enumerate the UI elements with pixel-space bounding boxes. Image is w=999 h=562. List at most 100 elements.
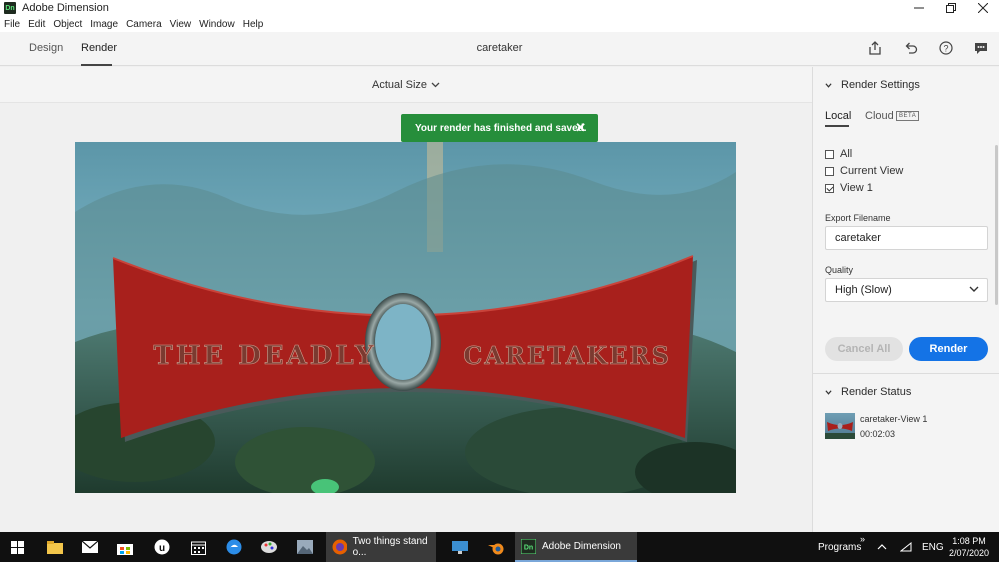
export-filename-label: Export Filename (825, 213, 891, 223)
app-header: Design Render caretaker ? (0, 32, 999, 66)
export-filename-input[interactable]: caretaker (825, 226, 988, 250)
programs-label: Programs (818, 541, 862, 553)
unreal-engine-icon[interactable]: u (145, 532, 179, 562)
view-option-label: View 1 (840, 182, 873, 194)
render-complete-toast: Your render has finished and saved. ✕ (401, 114, 598, 142)
render-settings-header[interactable]: Render Settings (825, 79, 920, 91)
chevron-down-icon (825, 82, 832, 88)
chevron-down-icon (431, 82, 440, 87)
clock-date: 2/07/2020 (948, 548, 989, 558)
quality-select[interactable]: High (Slow) (825, 278, 988, 302)
window-title: Adobe Dimension (22, 2, 109, 14)
chevron-down-icon (969, 286, 979, 292)
checkbox-all[interactable] (825, 149, 834, 159)
zoom-label: Actual Size (371, 78, 428, 91)
title-bar: Dn Adobe Dimension (0, 0, 999, 16)
wifi-icon[interactable] (900, 532, 912, 562)
view-option-label: All (840, 148, 853, 160)
system-clock[interactable]: 1:08 PM 2/07/2020 (949, 535, 989, 559)
close-toast-icon[interactable]: ✕ (575, 120, 586, 136)
svg-text:Dn: Dn (524, 544, 533, 551)
toolbar-expand-icon[interactable]: » (860, 524, 865, 554)
close-icon (978, 3, 988, 13)
close-button[interactable] (967, 0, 999, 16)
render-thumbnail[interactable] (825, 413, 855, 439)
firefox-icon (332, 539, 347, 555)
svg-text:?: ? (943, 44, 948, 54)
menu-file[interactable]: File (4, 19, 20, 30)
tab-local[interactable]: Local (825, 110, 851, 122)
taskbar-dimension-window[interactable]: Dn Adobe Dimension (515, 532, 637, 562)
paint-icon[interactable] (252, 532, 286, 562)
render-preview-image: THE DEADLY CARETAKERS (75, 142, 736, 493)
dimension-window-title: Adobe Dimension (542, 540, 621, 552)
view-option-all[interactable]: All (825, 148, 852, 160)
minimize-icon (914, 7, 924, 9)
active-tab-indicator (81, 64, 112, 66)
chevron-down-icon (825, 389, 832, 395)
banner-left-text: THE DEADLY (153, 341, 376, 371)
menu-image[interactable]: Image (90, 19, 118, 30)
checkbox-current-view[interactable] (825, 166, 834, 176)
svg-text:u: u (159, 543, 165, 554)
clock-time: 1:08 PM (952, 536, 986, 546)
start-button[interactable] (0, 532, 34, 562)
quality-value: High (Slow) (835, 284, 892, 296)
help-icon[interactable]: ? (938, 40, 954, 56)
undo-icon[interactable] (903, 40, 919, 56)
menu-window[interactable]: Window (199, 19, 235, 30)
firefox-window-title: Two things stand o... (352, 536, 428, 558)
banner-right-text: CARETAKERS (463, 341, 671, 370)
render-item-name: caretaker-View 1 (860, 414, 928, 424)
panel-scrollbar[interactable] (995, 145, 998, 305)
window-controls (903, 0, 999, 16)
render-settings-title: Render Settings (841, 79, 920, 91)
document-title: caretaker (476, 42, 523, 54)
language-label: ENG (922, 541, 944, 553)
quality-label: Quality (825, 265, 854, 275)
minimize-button[interactable] (903, 0, 935, 16)
render-button[interactable]: Render (909, 337, 988, 361)
checkbox-view-1[interactable] (825, 183, 834, 193)
menu-help[interactable]: Help (243, 19, 264, 30)
windows-taskbar: u Two things stand o... Dn Adobe Dimensi… (0, 532, 999, 562)
taskbar-firefox-window[interactable]: Two things stand o... (326, 532, 436, 562)
menu-bar: File Edit Object Image Camera View Windo… (0, 16, 999, 32)
menu-view[interactable]: View (170, 19, 192, 30)
share-icon[interactable] (867, 40, 883, 56)
render-canvas-area: Actual Size THE DEADLY CARETAKERS Your r… (0, 67, 812, 532)
menu-edit[interactable]: Edit (28, 19, 45, 30)
file-explorer-icon[interactable] (38, 532, 72, 562)
programs-toolbar[interactable]: Programs (818, 532, 861, 562)
menu-camera[interactable]: Camera (126, 19, 162, 30)
tab-cloud[interactable]: Cloud (865, 110, 894, 122)
language-indicator[interactable]: ENG (922, 532, 944, 562)
tray-chevron-up-icon[interactable] (877, 532, 887, 562)
beta-badge: BETA (896, 111, 920, 121)
view-option-view-1[interactable]: View 1 (825, 182, 873, 194)
mail-icon[interactable] (73, 532, 107, 562)
edge-icon[interactable] (217, 532, 251, 562)
restore-icon (946, 3, 956, 13)
render-status-title: Render Status (841, 386, 912, 398)
feedback-icon[interactable] (973, 40, 989, 56)
monitor-app-icon[interactable] (443, 532, 477, 562)
zoom-selector[interactable]: Actual Size (0, 67, 812, 103)
dimension-app-icon: Dn (521, 538, 536, 554)
menu-object[interactable]: Object (53, 19, 82, 30)
restore-button[interactable] (935, 0, 967, 16)
render-settings-panel: Render Settings Local Cloud BETA All Cur… (812, 67, 999, 532)
calendar-icon[interactable] (181, 532, 215, 562)
render-status-header[interactable]: Render Status (825, 386, 911, 398)
toast-message: Your render has finished and saved. (415, 122, 587, 134)
view-option-current-view[interactable]: Current View (825, 165, 903, 177)
blender-icon[interactable] (479, 532, 513, 562)
app-logo-icon: Dn (4, 2, 16, 14)
store-icon[interactable] (108, 532, 142, 562)
photos-icon[interactable] (288, 532, 322, 562)
cancel-all-button[interactable]: Cancel All (825, 337, 903, 361)
local-tab-indicator (825, 125, 849, 127)
windows-logo-icon (10, 540, 24, 554)
view-option-label: Current View (840, 165, 904, 177)
panel-divider (813, 373, 999, 374)
